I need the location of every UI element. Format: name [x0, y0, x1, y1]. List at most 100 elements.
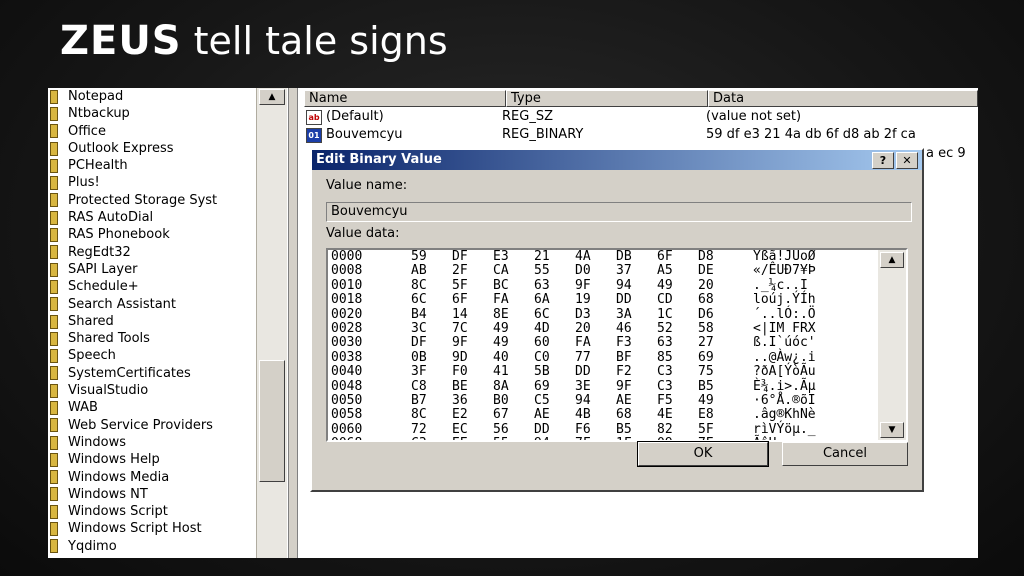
scroll-up-icon[interactable]: ▲	[880, 252, 904, 268]
tree-item-label: SAPI Layer	[68, 261, 138, 277]
tree-item[interactable]: Search Assistant	[48, 296, 288, 313]
folder-icon	[50, 487, 58, 502]
tree-item-label: Protected Storage Syst	[68, 192, 218, 208]
hex-ascii: «/ÊUÐ7¥Þ	[753, 263, 816, 279]
folder-icon	[50, 262, 58, 277]
tree-item[interactable]: Outlook Express	[48, 140, 288, 157]
tree-item[interactable]: Office	[48, 123, 288, 140]
hex-row: 0030 DF 9F 49 60 FA F3 63 27 ß.I`úóc'	[328, 335, 906, 351]
value-row[interactable]: 01 Bouvemcyu REG_BINARY 59 df e3 21 4a d…	[306, 126, 978, 144]
tree-item-label: RAS Phonebook	[68, 227, 170, 243]
tree-item-label: RegEdt32	[68, 244, 131, 260]
tree-item[interactable]: SystemCertificates	[48, 365, 288, 382]
hex-byte: 46	[616, 320, 632, 336]
hex-byte: 6C	[411, 292, 427, 308]
column-type[interactable]: Type	[506, 90, 708, 107]
column-name[interactable]: Name	[304, 90, 506, 107]
hex-byte: E8	[698, 407, 714, 423]
folder-icon	[50, 297, 58, 312]
help-button[interactable]: ?	[872, 152, 894, 169]
column-data[interactable]: Data	[708, 90, 978, 107]
hex-byte: C3	[411, 436, 427, 440]
tree-scrollbar[interactable]: ▲	[256, 88, 287, 558]
list-header: Name Type Data	[304, 90, 978, 107]
hex-offset: 0068	[331, 436, 362, 440]
cancel-button[interactable]: Cancel	[782, 442, 908, 466]
tree-item[interactable]: RAS Phonebook	[48, 226, 288, 243]
hex-byte: C0	[534, 349, 550, 365]
tree-item[interactable]: Plus!	[48, 174, 288, 191]
hex-row: 0038 0B 9D 40 C0 77 BF 85 69 ..@Àw¿.i	[328, 349, 906, 365]
folder-icon	[50, 106, 58, 121]
hex-offset: 0050	[331, 392, 363, 408]
tree-item[interactable]: Windows Media	[48, 469, 288, 486]
hex-row: 0040 3F F0 41 5B DD F2 C3 75 ?ðA[ÝòÃu	[328, 364, 906, 380]
tree-item[interactable]: Windows NT	[48, 486, 288, 503]
scroll-down-icon[interactable]: ▼	[880, 422, 904, 438]
tree-item[interactable]: Web Service Providers	[48, 417, 288, 434]
tree-item[interactable]: Notepad	[48, 88, 288, 105]
hex-byte: C5	[534, 392, 550, 408]
hex-byte: 19	[575, 292, 591, 308]
hex-byte: 94	[575, 392, 591, 408]
tree-item[interactable]: Windows	[48, 434, 288, 451]
hex-byte: E3	[493, 249, 509, 264]
hex-ascii: ·6°Å.®õI	[753, 392, 816, 408]
hex-byte: F0	[452, 364, 468, 380]
ok-button[interactable]: OK	[637, 441, 769, 467]
hex-offset: 0048	[331, 378, 363, 394]
hex-editor[interactable]: 0000 59 DF E3 21 4A DB 6F D8 Yßã!JÛoØ 0008 AB 2F CA 55…	[326, 248, 908, 442]
hex-offset: 0008	[331, 263, 363, 279]
tree-item[interactable]: RegEdt32	[48, 244, 288, 261]
hex-offset: 0010	[331, 277, 363, 293]
hex-scrollbar[interactable]: ▲ ▼	[878, 250, 906, 440]
scroll-thumb[interactable]	[259, 360, 285, 482]
tree-item[interactable]: Windows Help	[48, 451, 288, 468]
hex-byte: EE	[452, 436, 468, 440]
hex-byte: 4D	[534, 320, 550, 336]
tree-item[interactable]: Protected Storage Syst	[48, 192, 288, 209]
tree-item[interactable]: Windows Script Host	[48, 520, 288, 537]
hex-row: 0060 72 EC 56 DD F6 B5 82 5F rìVÝöµ._	[328, 421, 906, 437]
value-name-cell: 01 Bouvemcyu	[306, 126, 502, 144]
hex-byte: 1F	[616, 436, 632, 440]
close-button[interactable]: ✕	[896, 152, 918, 169]
pane-splitter[interactable]	[288, 88, 298, 558]
tree-item[interactable]: PCHealth	[48, 157, 288, 174]
hex-byte: 55	[493, 436, 509, 440]
tree-item[interactable]: VisualStudio	[48, 382, 288, 399]
hex-byte: 9D	[452, 349, 468, 365]
hex-byte: B4	[411, 306, 427, 322]
tree-item-label: Speech	[68, 348, 116, 364]
tree-item[interactable]: RAS AutoDial	[48, 209, 288, 226]
hex-byte: 94	[534, 436, 550, 440]
tree-item-label: Windows Script Host	[68, 521, 202, 537]
folder-icon	[50, 349, 58, 364]
hex-byte: 7F	[575, 436, 591, 440]
hex-byte: 52	[657, 320, 673, 336]
hex-byte: 37	[616, 263, 632, 279]
dialog-titlebar[interactable]: Edit Binary Value ? ✕	[312, 150, 922, 170]
tree-item[interactable]: Yqdimo	[48, 538, 288, 555]
hex-byte: 85	[657, 349, 673, 365]
edit-binary-dialog: Edit Binary Value ? ✕ Value name: Bouvem…	[310, 148, 924, 492]
tree-item[interactable]: Ntbackup	[48, 105, 288, 122]
tree-item[interactable]: Shared Tools	[48, 330, 288, 347]
hex-byte: F5	[657, 392, 673, 408]
tree-item[interactable]: Shared	[48, 313, 288, 330]
value-row[interactable]: ab (Default) REG_SZ (value not set)	[306, 108, 978, 126]
value-data: (value not set)	[706, 109, 802, 124]
tree-item-label: Outlook Express	[68, 140, 174, 156]
value-name-field[interactable]: Bouvemcyu	[326, 202, 912, 222]
value-type: REG_SZ	[502, 109, 553, 124]
tree-item[interactable]: WAB	[48, 399, 288, 416]
folder-icon	[50, 400, 58, 415]
tree-item[interactable]: Windows Script	[48, 503, 288, 520]
hex-byte: 9F	[452, 335, 468, 351]
hex-byte: 82	[657, 421, 673, 437]
tree-item[interactable]: Speech	[48, 347, 288, 364]
scroll-up-icon[interactable]: ▲	[259, 89, 285, 105]
tree-item[interactable]: SAPI Layer	[48, 261, 288, 278]
tree-item[interactable]: Schedule+	[48, 278, 288, 295]
hex-byte: AB	[411, 263, 427, 279]
